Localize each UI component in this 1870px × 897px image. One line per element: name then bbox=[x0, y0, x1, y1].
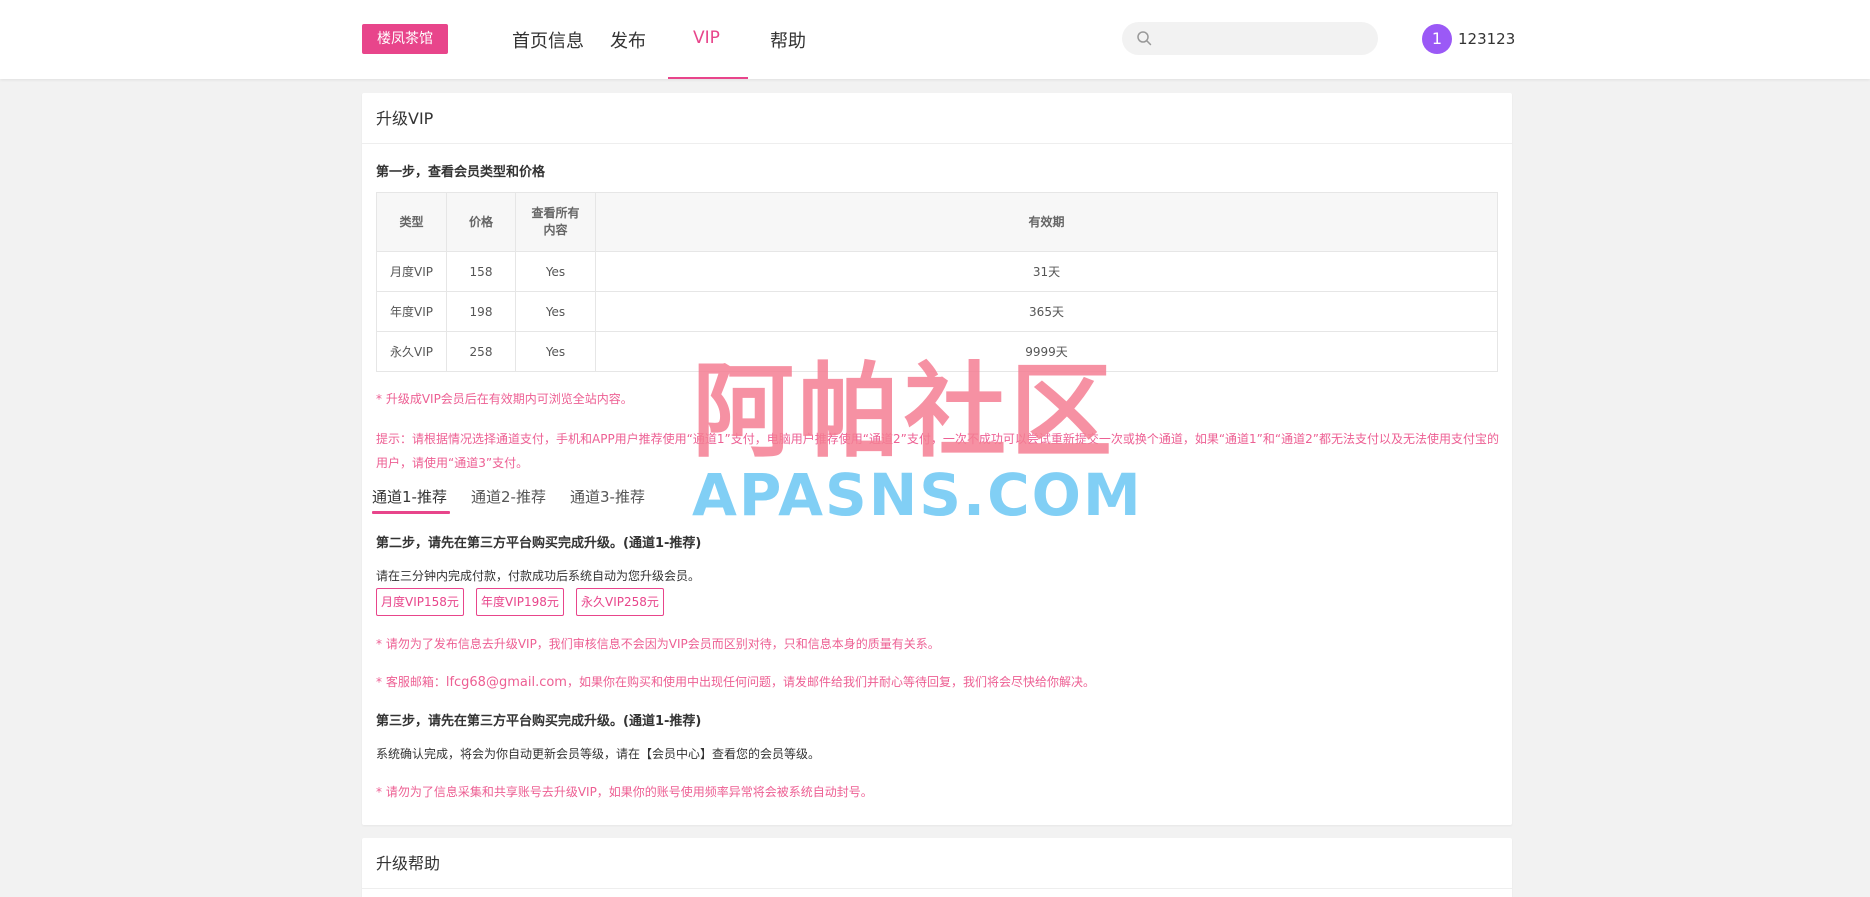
tab-channel-1[interactable]: 通道1-推荐 bbox=[372, 486, 447, 507]
nav-help[interactable]: 帮助 bbox=[770, 27, 806, 53]
search-box[interactable] bbox=[1122, 22, 1378, 55]
table-header: 查看所有内容 bbox=[515, 192, 596, 252]
support-prefix: * 客服邮箱： bbox=[376, 675, 446, 689]
step2-title: 第二步，请先在第三方平台购买完成升级。(通道1-推荐) bbox=[376, 536, 702, 551]
table-cell: 365天 bbox=[595, 291, 1498, 332]
watermark-text: 阿帕社区 bbox=[692, 353, 1116, 472]
nav-vip[interactable]: VIP bbox=[693, 28, 720, 48]
step1-title: 第一步，查看会员类型和价格 bbox=[376, 165, 546, 180]
table-cell: 258 bbox=[446, 331, 516, 372]
table-cell: Yes bbox=[515, 331, 596, 372]
step3-desc: 系统确认完成，将会为你自动更新会员等级，请在【会员中心】查看您的会员等级。 bbox=[376, 747, 821, 761]
card-title: 升级帮助 bbox=[362, 838, 1512, 889]
tab-active-indicator bbox=[372, 511, 450, 514]
step2-desc: 请在三分钟内完成付款，付款成功后系统自动为您升级会员。 bbox=[376, 569, 701, 583]
table-cell: 158 bbox=[446, 251, 516, 292]
vip-price-table: 类型 价格 查看所有内容 有效期 月度VIP 158 Yes 31天 年度VIP… bbox=[376, 192, 1498, 372]
search-input[interactable] bbox=[1160, 28, 1360, 49]
table-cell: 月度VIP bbox=[376, 251, 447, 292]
top-header: 楼凤茶馆 首页信息 发布 VIP 帮助 1 123123 bbox=[0, 0, 1870, 79]
support-note: * 客服邮箱：lfcg68@gmail.com，如果你在购买和使用中出现任何问题… bbox=[376, 673, 1095, 690]
step3-title: 第三步，请先在第三方平台购买完成升级。(通道1-推荐) bbox=[376, 714, 702, 729]
site-logo[interactable]: 楼凤茶馆 bbox=[362, 24, 448, 54]
table-cell: Yes bbox=[515, 251, 596, 292]
nav-publish[interactable]: 发布 bbox=[610, 27, 646, 53]
table-header: 有效期 bbox=[595, 192, 1498, 252]
upgrade-help-card: 升级帮助 bbox=[362, 838, 1512, 897]
buy-yearly-button[interactable]: 年度VIP198元 bbox=[476, 588, 564, 616]
table-cell: Yes bbox=[515, 291, 596, 332]
avatar[interactable]: 1 bbox=[1422, 24, 1452, 54]
buy-lifetime-button[interactable]: 永久VIP258元 bbox=[576, 588, 664, 616]
search-icon bbox=[1137, 31, 1152, 46]
vip-note: * 升级成VIP会员后在有效期内可浏览全站内容。 bbox=[376, 392, 633, 406]
publish-note: * 请勿为了发布信息去升级VIP，我们审核信息不会因为VIP会员而区别对待，只和… bbox=[376, 637, 940, 651]
table-row: 月度VIP 158 Yes 31天 bbox=[376, 251, 1498, 292]
table-cell: 31天 bbox=[595, 251, 1498, 292]
table-header: 价格 bbox=[446, 192, 516, 252]
tab-channel-3[interactable]: 通道3-推荐 bbox=[570, 486, 645, 507]
table-row: 年度VIP 198 Yes 365天 bbox=[376, 291, 1498, 332]
watermark-url: APASNS.COM bbox=[692, 461, 1143, 529]
nav-home[interactable]: 首页信息 bbox=[512, 27, 584, 53]
nav-active-indicator bbox=[668, 77, 748, 79]
buy-monthly-button[interactable]: 月度VIP158元 bbox=[376, 588, 464, 616]
table-header: 类型 bbox=[376, 192, 447, 252]
support-email-link[interactable]: lfcg68@gmail.com bbox=[446, 675, 567, 690]
tab-channel-2[interactable]: 通道2-推荐 bbox=[471, 486, 546, 507]
table-cell: 198 bbox=[446, 291, 516, 332]
table-cell: 年度VIP bbox=[376, 291, 447, 332]
support-suffix: ，如果你在购买和使用中出现任何问题，请发邮件给我们并耐心等待回复，我们将会尽快给… bbox=[566, 675, 1095, 689]
username[interactable]: 123123 bbox=[1458, 30, 1515, 48]
account-note: * 请勿为了信息采集和共享账号去升级VIP，如果你的账号使用频率异常将会被系统自… bbox=[376, 785, 873, 799]
card-title: 升级VIP bbox=[362, 93, 1512, 144]
table-cell: 永久VIP bbox=[376, 331, 447, 372]
